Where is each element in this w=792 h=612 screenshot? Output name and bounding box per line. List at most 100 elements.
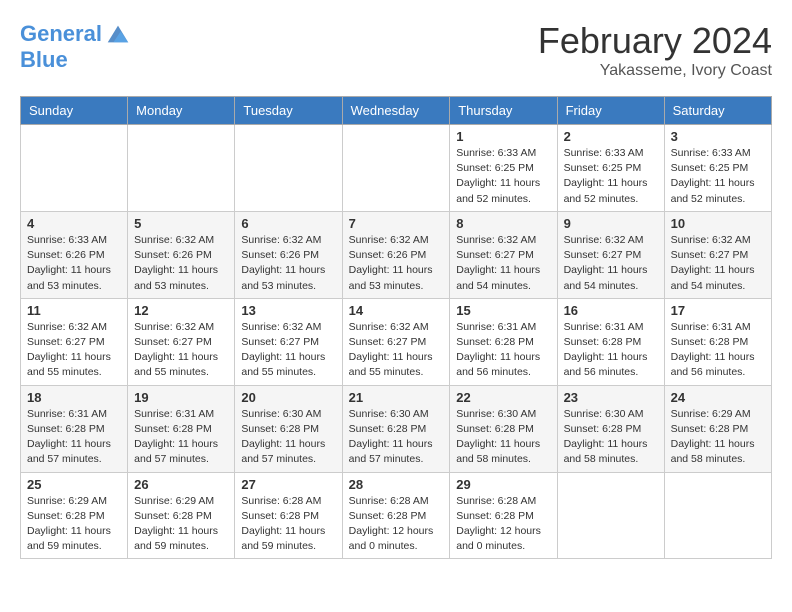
day-number: 14 bbox=[349, 303, 444, 318]
day-info: Sunrise: 6:30 AMSunset: 6:28 PMDaylight:… bbox=[564, 407, 658, 468]
day-info: Sunrise: 6:30 AMSunset: 6:28 PMDaylight:… bbox=[241, 407, 335, 468]
header: General Blue February 2024 Yakasseme, Iv… bbox=[20, 20, 772, 80]
calendar-cell: 18Sunrise: 6:31 AMSunset: 6:28 PMDayligh… bbox=[21, 385, 128, 472]
day-info: Sunrise: 6:31 AMSunset: 6:28 PMDaylight:… bbox=[27, 407, 121, 468]
day-info: Sunrise: 6:28 AMSunset: 6:28 PMDaylight:… bbox=[241, 494, 335, 555]
day-number: 21 bbox=[349, 390, 444, 405]
calendar-cell: 15 Sunrise: 6:31 AMSunset: 6:28 PMDayligh… bbox=[450, 298, 557, 385]
logo-text: General bbox=[20, 22, 102, 46]
calendar-body: 1 Sunrise: 6:33 AMSunset: 6:25 PMDaylight… bbox=[21, 125, 772, 559]
day-number: 9 bbox=[564, 216, 658, 231]
day-info: Sunrise: 6:32 AMSunset: 6:27 PMDaylight:… bbox=[27, 320, 121, 381]
week-row-4: 18Sunrise: 6:31 AMSunset: 6:28 PMDayligh… bbox=[21, 385, 772, 472]
calendar-cell: 7 Sunrise: 6:32 AMSunset: 6:26 PMDaylight… bbox=[342, 211, 450, 298]
day-info: Sunrise: 6:29 AMSunset: 6:28 PMDaylight:… bbox=[27, 494, 121, 555]
week-row-1: 1 Sunrise: 6:33 AMSunset: 6:25 PMDaylight… bbox=[21, 125, 772, 212]
weekday-header-friday: Friday bbox=[557, 97, 664, 125]
calendar-cell bbox=[664, 472, 771, 559]
day-info: Sunrise: 6:31 AMSunset: 6:28 PMDaylight:… bbox=[456, 320, 550, 381]
day-number: 3 bbox=[671, 129, 765, 144]
day-info: Sunrise: 6:31 AMSunset: 6:28 PMDaylight:… bbox=[671, 320, 765, 381]
calendar-cell: 3 Sunrise: 6:33 AMSunset: 6:25 PMDaylight… bbox=[664, 125, 771, 212]
calendar-cell: 24 Sunrise: 6:29 AMSunset: 6:28 PMDayligh… bbox=[664, 385, 771, 472]
calendar-header: SundayMondayTuesdayWednesdayThursdayFrid… bbox=[21, 97, 772, 125]
day-info: Sunrise: 6:29 AMSunset: 6:28 PMDaylight:… bbox=[134, 494, 228, 555]
day-number: 4 bbox=[27, 216, 121, 231]
day-number: 6 bbox=[241, 216, 335, 231]
day-number: 10 bbox=[671, 216, 765, 231]
day-number: 28 bbox=[349, 477, 444, 492]
week-row-2: 4 Sunrise: 6:33 AMSunset: 6:26 PMDaylight… bbox=[21, 211, 772, 298]
calendar-cell: 20 Sunrise: 6:30 AMSunset: 6:28 PMDayligh… bbox=[235, 385, 342, 472]
calendar-cell: 1 Sunrise: 6:33 AMSunset: 6:25 PMDaylight… bbox=[450, 125, 557, 212]
day-info: Sunrise: 6:32 AMSunset: 6:27 PMDaylight:… bbox=[349, 320, 444, 381]
calendar-cell bbox=[128, 125, 235, 212]
day-info: Sunrise: 6:33 AMSunset: 6:26 PMDaylight:… bbox=[27, 233, 121, 294]
calendar-cell bbox=[557, 472, 664, 559]
calendar-cell: 23 Sunrise: 6:30 AMSunset: 6:28 PMDayligh… bbox=[557, 385, 664, 472]
title-section: February 2024 Yakasseme, Ivory Coast bbox=[538, 20, 772, 80]
calendar-cell: 22 Sunrise: 6:30 AMSunset: 6:28 PMDayligh… bbox=[450, 385, 557, 472]
calendar-cell: 2 Sunrise: 6:33 AMSunset: 6:25 PMDaylight… bbox=[557, 125, 664, 212]
day-number: 12 bbox=[134, 303, 228, 318]
day-info: Sunrise: 6:32 AMSunset: 6:26 PMDaylight:… bbox=[241, 233, 335, 294]
calendar-cell bbox=[21, 125, 128, 212]
day-info: Sunrise: 6:28 AMSunset: 6:28 PMDaylight:… bbox=[456, 494, 550, 555]
calendar-table: SundayMondayTuesdayWednesdayThursdayFrid… bbox=[20, 96, 772, 559]
calendar-cell: 9 Sunrise: 6:32 AMSunset: 6:27 PMDaylight… bbox=[557, 211, 664, 298]
day-number: 27 bbox=[241, 477, 335, 492]
day-number: 25 bbox=[27, 477, 121, 492]
day-number: 23 bbox=[564, 390, 658, 405]
day-info: Sunrise: 6:32 AMSunset: 6:27 PMDaylight:… bbox=[134, 320, 228, 381]
day-number: 26 bbox=[134, 477, 228, 492]
location-subtitle: Yakasseme, Ivory Coast bbox=[538, 62, 772, 80]
calendar-cell: 14 Sunrise: 6:32 AMSunset: 6:27 PMDayligh… bbox=[342, 298, 450, 385]
day-number: 1 bbox=[456, 129, 550, 144]
week-row-5: 25 Sunrise: 6:29 AMSunset: 6:28 PMDayligh… bbox=[21, 472, 772, 559]
day-number: 22 bbox=[456, 390, 550, 405]
day-info: Sunrise: 6:32 AMSunset: 6:27 PMDaylight:… bbox=[671, 233, 765, 294]
day-info: Sunrise: 6:33 AMSunset: 6:25 PMDaylight:… bbox=[671, 146, 765, 207]
calendar-cell: 6 Sunrise: 6:32 AMSunset: 6:26 PMDaylight… bbox=[235, 211, 342, 298]
calendar-cell bbox=[342, 125, 450, 212]
day-number: 5 bbox=[134, 216, 228, 231]
day-info: Sunrise: 6:30 AMSunset: 6:28 PMDaylight:… bbox=[349, 407, 444, 468]
day-info: Sunrise: 6:32 AMSunset: 6:27 PMDaylight:… bbox=[241, 320, 335, 381]
weekday-header-tuesday: Tuesday bbox=[235, 97, 342, 125]
day-info: Sunrise: 6:32 AMSunset: 6:27 PMDaylight:… bbox=[456, 233, 550, 294]
calendar-cell: 17 Sunrise: 6:31 AMSunset: 6:28 PMDayligh… bbox=[664, 298, 771, 385]
weekday-header-monday: Monday bbox=[128, 97, 235, 125]
calendar-cell: 19Sunrise: 6:31 AMSunset: 6:28 PMDayligh… bbox=[128, 385, 235, 472]
calendar-cell: 26 Sunrise: 6:29 AMSunset: 6:28 PMDayligh… bbox=[128, 472, 235, 559]
day-info: Sunrise: 6:32 AMSunset: 6:26 PMDaylight:… bbox=[349, 233, 444, 294]
weekday-header-wednesday: Wednesday bbox=[342, 97, 450, 125]
day-info: Sunrise: 6:33 AMSunset: 6:25 PMDaylight:… bbox=[564, 146, 658, 207]
day-number: 15 bbox=[456, 303, 550, 318]
calendar-cell: 25 Sunrise: 6:29 AMSunset: 6:28 PMDayligh… bbox=[21, 472, 128, 559]
day-info: Sunrise: 6:33 AMSunset: 6:25 PMDaylight:… bbox=[456, 146, 550, 207]
day-number: 7 bbox=[349, 216, 444, 231]
calendar-cell bbox=[235, 125, 342, 212]
calendar-cell: 21 Sunrise: 6:30 AMSunset: 6:28 PMDayligh… bbox=[342, 385, 450, 472]
day-number: 24 bbox=[671, 390, 765, 405]
calendar-cell: 11Sunrise: 6:32 AMSunset: 6:27 PMDayligh… bbox=[21, 298, 128, 385]
calendar-cell: 29Sunrise: 6:28 AMSunset: 6:28 PMDayligh… bbox=[450, 472, 557, 559]
calendar-cell: 13 Sunrise: 6:32 AMSunset: 6:27 PMDayligh… bbox=[235, 298, 342, 385]
calendar-cell: 28Sunrise: 6:28 AMSunset: 6:28 PMDayligh… bbox=[342, 472, 450, 559]
calendar-cell: 8Sunrise: 6:32 AMSunset: 6:27 PMDaylight… bbox=[450, 211, 557, 298]
calendar-cell: 5Sunrise: 6:32 AMSunset: 6:26 PMDaylight… bbox=[128, 211, 235, 298]
day-info: Sunrise: 6:29 AMSunset: 6:28 PMDaylight:… bbox=[671, 407, 765, 468]
week-row-3: 11Sunrise: 6:32 AMSunset: 6:27 PMDayligh… bbox=[21, 298, 772, 385]
logo-blue-text: Blue bbox=[20, 48, 132, 72]
day-number: 20 bbox=[241, 390, 335, 405]
day-info: Sunrise: 6:30 AMSunset: 6:28 PMDaylight:… bbox=[456, 407, 550, 468]
day-number: 2 bbox=[564, 129, 658, 144]
weekday-header-thursday: Thursday bbox=[450, 97, 557, 125]
day-number: 17 bbox=[671, 303, 765, 318]
day-number: 16 bbox=[564, 303, 658, 318]
day-info: Sunrise: 6:31 AMSunset: 6:28 PMDaylight:… bbox=[134, 407, 228, 468]
day-info: Sunrise: 6:32 AMSunset: 6:27 PMDaylight:… bbox=[564, 233, 658, 294]
month-title: February 2024 bbox=[538, 20, 772, 62]
day-info: Sunrise: 6:31 AMSunset: 6:28 PMDaylight:… bbox=[564, 320, 658, 381]
day-number: 13 bbox=[241, 303, 335, 318]
